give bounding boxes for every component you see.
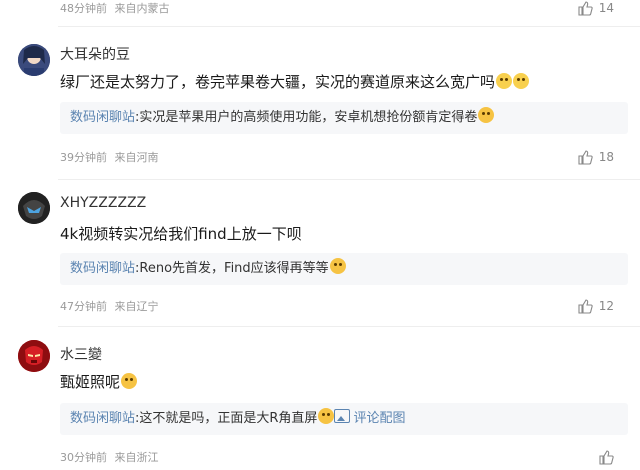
like-button[interactable]: 14 [577,0,614,16]
comment-location: 来自内蒙古 [114,2,170,15]
comment-text: 甄姬照呢 [60,371,138,392]
smile-emoji-icon [478,107,495,123]
comment-time: 48分钟前 [60,2,107,15]
divider [58,26,640,27]
comment-image-link-label: 评论配图 [353,411,406,426]
smile-emoji-icon [121,373,138,389]
image-icon [334,409,351,423]
laugh-emoji-icon [496,73,513,89]
like-count: 18 [598,150,614,164]
comment-text: 绿厂还是太努力了，卷完苹果卷大疆，实况的赛道原来这么宽广吗 [60,71,530,92]
comment-text-content: 甄姬照呢 [60,373,121,391]
previous-comment-meta: 48分钟前 来自内蒙古 [60,0,170,16]
comment-meta: 47分钟前 来自辽宁 [60,298,159,314]
reply-box[interactable]: 数码闲聊站:Reno先首发，Find应该得再等等 [60,253,628,285]
like-button[interactable]: 12 [577,298,614,314]
thumbs-up-icon [578,299,593,314]
thumbs-up-icon [578,150,593,165]
username[interactable]: 水三變 [60,344,102,364]
avatar-image [18,44,50,76]
comment-meta: 39分钟前 来自河南 [60,149,159,165]
reply-box[interactable]: 数码闲聊站:这不就是吗，正面是大R角直屏 评论配图 [60,403,628,435]
comment-time: 47分钟前 [60,300,107,313]
comment-meta: 30分钟前 来自浙江 [60,449,159,465]
comment-time: 39分钟前 [60,151,107,164]
avatar[interactable] [18,44,50,76]
comment-location: 来自辽宁 [114,300,159,313]
thumbs-up-icon [578,1,593,16]
smile-emoji-icon [329,258,346,274]
like-count: 14 [598,1,614,15]
reply-author[interactable]: 数码闲聊站 [70,261,135,276]
comment-time: 30分钟前 [60,451,107,464]
reply-author[interactable]: 数码闲聊站 [70,110,135,125]
divider [58,326,640,327]
avatar-image [18,192,50,224]
comment-location: 来自浙江 [114,451,159,464]
reply-text: :这不就是吗，正面是大R角直屏 [135,411,318,426]
username[interactable]: XHYZZZZZZ [60,195,146,211]
reply-author[interactable]: 数码闲聊站 [70,411,135,426]
avatar[interactable] [18,192,50,224]
like-button[interactable]: 18 [577,149,614,165]
avatar-image [18,340,50,372]
reply-text: :实况是苹果用户的高频使用功能，安卓机想抢份额肯定得卷 [135,110,478,125]
reply-text: :Reno先首发，Find应该得再等等 [135,261,329,276]
thumbs-up-icon [599,450,614,465]
smile-emoji-icon [318,408,335,424]
comment-text: 4k视频转实况给我们find上放一下呗 [60,225,302,243]
like-button[interactable] [598,449,614,465]
reply-box[interactable]: 数码闲聊站:实况是苹果用户的高频使用功能，安卓机想抢份额肯定得卷 [60,102,628,134]
divider [58,179,640,180]
like-count: 12 [598,299,614,313]
laugh-emoji-icon [513,73,530,89]
username[interactable]: 大耳朵的豆 [60,44,130,64]
avatar[interactable] [18,340,50,372]
comment-image-link[interactable]: 评论配图 [334,409,406,426]
comment-text-content: 绿厂还是太努力了，卷完苹果卷大疆，实况的赛道原来这么宽广吗 [60,73,496,91]
comment-location: 来自河南 [114,151,159,164]
